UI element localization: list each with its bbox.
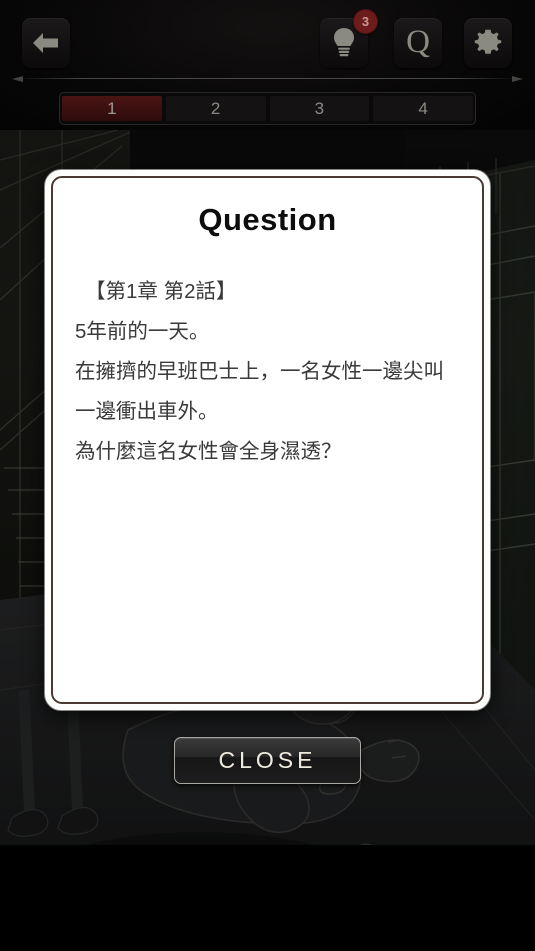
question-line-5: 為什麼這名女性會全身濕透？	[75, 439, 342, 463]
dialog-title: Question	[198, 202, 337, 237]
header-divider	[12, 76, 523, 82]
gear-icon	[474, 29, 502, 54]
dialog-body: 【第1章 第2話】 5年前的一天。 在擁擠的早班巴士上，一名女性一邊尖叫 一邊衝…	[71, 272, 464, 472]
question-letter: Q	[406, 23, 430, 60]
top-bar: 3 Q 1 2 3 4	[0, 0, 535, 130]
chapter-tab-bar: 1 2 3 4	[59, 92, 476, 125]
divider-cap-left	[12, 76, 23, 82]
bottom-letterbox	[0, 845, 535, 951]
question-dialog-inner: Question 【第1章 第2話】 5年前的一天。 在擁擠的早班巴士上，一名女…	[51, 176, 484, 704]
game-screen: 3 Q 1 2 3 4 Question 【第1章 第2話】 5年前的一天。 在…	[0, 0, 535, 951]
question-line-2: 5年前的一天。	[75, 319, 210, 343]
lightbulb-icon	[334, 28, 354, 57]
tab-1[interactable]: 1	[62, 96, 162, 121]
hint-button[interactable]: 3	[320, 9, 378, 68]
question-line-1: 【第1章 第2話】	[85, 280, 237, 303]
tab-3[interactable]: 3	[269, 96, 370, 121]
back-button[interactable]	[22, 18, 70, 68]
arrow-left-icon	[33, 33, 58, 53]
tab-2[interactable]: 2	[165, 96, 266, 121]
close-button[interactable]: CLOSE	[174, 737, 361, 784]
tab-4[interactable]: 4	[373, 96, 473, 121]
hint-count-badge: 3	[353, 9, 378, 34]
divider-cap-right	[512, 76, 523, 82]
divider-line	[22, 78, 513, 79]
settings-button[interactable]	[464, 18, 512, 68]
question-line-4: 一邊衝出車外。	[75, 399, 219, 423]
question-line-3: 在擁擠的早班巴士上，一名女性一邊尖叫	[75, 359, 444, 383]
question-button[interactable]: Q	[394, 18, 442, 68]
question-dialog: Question 【第1章 第2話】 5年前的一天。 在擁擠的早班巴士上，一名女…	[45, 170, 490, 710]
